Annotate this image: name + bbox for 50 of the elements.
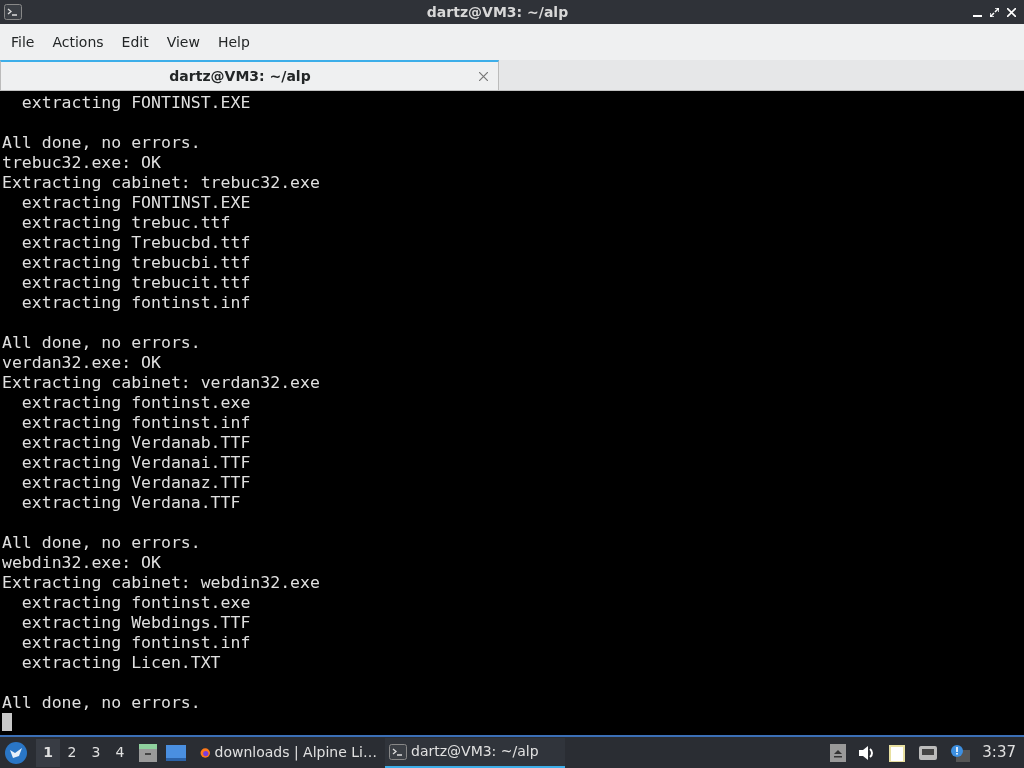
terminal-line: extracting fontinst.inf: [20, 413, 251, 433]
clock[interactable]: 3:37: [982, 741, 1016, 764]
terminal-line: extracting Verdanai.TTF: [20, 453, 251, 473]
terminal-line: All done, no errors.: [2, 533, 201, 553]
terminal-line: webdin32.exe: OK: [2, 553, 161, 573]
terminal-line: extracting Verdanab.TTF: [20, 433, 251, 453]
terminal-line: extracting fontinst.inf: [20, 633, 251, 653]
terminal-line: All done, no errors.: [2, 333, 201, 353]
menu-item[interactable]: View: [157, 31, 209, 53]
tab-label: dartz@VM3: ~/alp: [168, 66, 312, 86]
eject-icon[interactable]: [830, 743, 847, 762]
terminal-line: extracting fontinst.exe: [20, 393, 251, 413]
terminal-line: extracting trebucit.ttf: [20, 273, 251, 293]
terminal-line: All done, no errors.: [2, 693, 201, 713]
workspace-button[interactable]: 3: [84, 738, 108, 767]
desktop-icon[interactable]: [166, 743, 186, 762]
terminal-line: trebuc32.exe: OK: [2, 153, 161, 173]
terminal-line: extracting FONTINST.EXE: [20, 93, 251, 113]
network-icon[interactable]: [918, 744, 939, 761]
terminal-line: extracting Verdana.TTF: [20, 493, 241, 513]
terminal-line: extracting trebucbi.ttf: [20, 253, 251, 273]
maximize-icon[interactable]: [990, 7, 999, 17]
terminal-line: extracting FONTINST.EXE: [20, 193, 251, 213]
workspace-button[interactable]: 4: [108, 738, 132, 767]
workspace-button[interactable]: 1: [36, 738, 60, 767]
terminal-line: extracting Verdanaz.TTF: [20, 473, 251, 493]
window-title: dartz@VM3: ~/alp: [425, 2, 570, 22]
menu-item[interactable]: Help: [208, 31, 259, 53]
terminal-icon: [4, 4, 22, 20]
terminal-line: Extracting cabinet: trebuc32.exe: [2, 173, 320, 193]
terminal-line: extracting Webdings.TTF: [20, 613, 251, 633]
terminal-icon: [389, 743, 407, 760]
terminal-line: extracting fontinst.exe: [20, 593, 251, 613]
terminal-line: extracting trebuc.ttf: [20, 213, 231, 233]
taskbar-task[interactable]: downloads | Alpine Li…: [196, 737, 381, 768]
tab[interactable]: dartz@VM3: ~/alp: [0, 60, 499, 90]
file-cabinet-icon[interactable]: [138, 742, 158, 763]
taskbar-task[interactable]: dartz@VM3: ~/alp: [385, 737, 565, 768]
terminal-line: verdan32.exe: OK: [2, 353, 161, 373]
terminal-line: Extracting cabinet: webdin32.exe: [2, 573, 320, 593]
workspace-button[interactable]: 2: [60, 738, 84, 767]
terminal-line: extracting Trebucbd.ttf: [20, 233, 251, 253]
terminal-line: All done, no errors.: [2, 133, 201, 153]
menu-item[interactable]: File: [2, 31, 44, 53]
terminal-line: extracting Licen.TXT: [20, 653, 221, 673]
terminal-line: Extracting cabinet: verdan32.exe: [2, 373, 320, 393]
menu-item[interactable]: Actions: [43, 31, 113, 53]
menu-item[interactable]: Edit: [112, 31, 158, 53]
notification-icon[interactable]: [950, 743, 971, 762]
terminal-line: extracting fontinst.inf: [20, 293, 251, 313]
